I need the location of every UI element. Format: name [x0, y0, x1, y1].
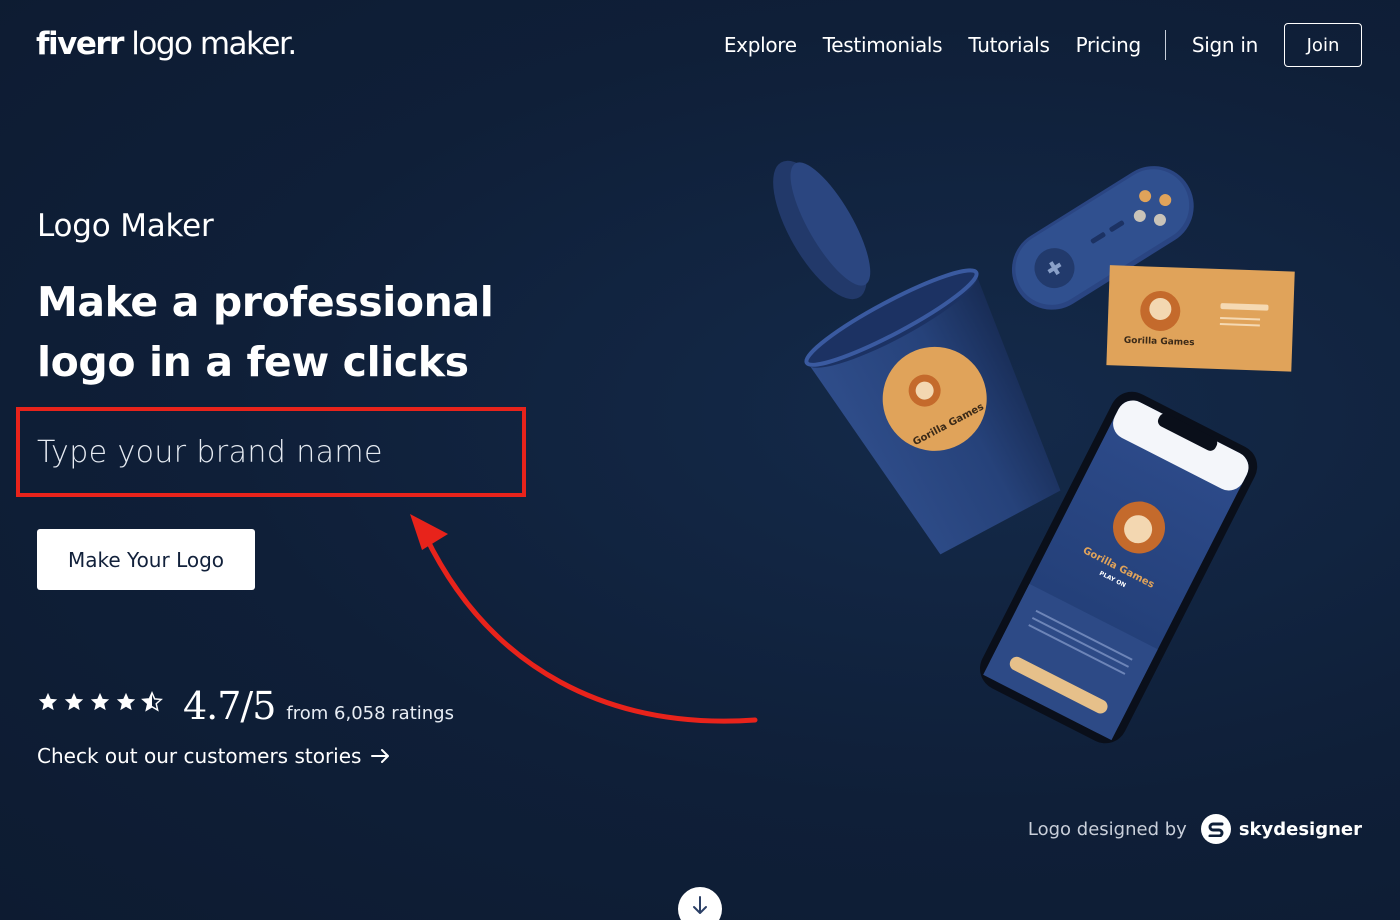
annotation-highlight-box: [16, 407, 526, 497]
arrow-down-icon: [693, 896, 707, 914]
nav-tutorials[interactable]: Tutorials: [968, 33, 1050, 57]
cup-lid: [773, 160, 871, 300]
brand-name-input[interactable]: [37, 425, 497, 479]
customer-stories-link[interactable]: Check out our customers stories: [37, 744, 391, 768]
designer-name[interactable]: skydesigner: [1239, 819, 1362, 840]
join-button[interactable]: Join: [1284, 23, 1362, 67]
page-eyebrow: Logo Maker: [37, 208, 214, 244]
brand-logo[interactable]: fiverr logo maker.: [36, 26, 297, 62]
annotation-arrow-icon: [410, 514, 758, 724]
arrow-right-icon: [371, 749, 390, 763]
star-icon: [116, 692, 136, 711]
rating-score: 4.7/5: [183, 684, 276, 728]
page-headline: Make a professional logo in a few clicks: [37, 278, 494, 386]
star-icon: [38, 692, 58, 711]
brand-logo-light: logo maker.: [122, 26, 297, 62]
make-your-logo-button[interactable]: Make Your Logo: [37, 529, 255, 590]
brand-logo-bold: fiverr: [36, 26, 124, 62]
star-icon: [90, 692, 110, 711]
nav-pricing[interactable]: Pricing: [1076, 33, 1142, 57]
skydesigner-logo-icon: [1200, 814, 1231, 844]
main-nav: Explore Testimonials Tutorials Pricing S…: [698, 22, 1362, 68]
credit-prefix: Logo designed by: [1027, 818, 1187, 840]
half-star-icon: [141, 691, 163, 712]
nav-explore[interactable]: Explore: [724, 33, 797, 57]
site-header: fiverr logo maker. Explore Testimonials …: [0, 0, 1400, 92]
nav-divider: [1164, 30, 1166, 60]
customer-stories-label: Check out our customers stories: [37, 744, 362, 768]
nav-testimonials[interactable]: Testimonials: [823, 33, 943, 57]
star-icon: [64, 692, 84, 711]
product-mockup-illustration: Gorilla Games Gorilla Games Gorilla Game…: [773, 160, 1295, 744]
star-rating: [37, 691, 163, 713]
logo-credit: Logo designed by skydesigner: [1028, 814, 1362, 844]
business-card: Gorilla Games: [1106, 265, 1295, 372]
nav-sign-in[interactable]: Sign in: [1192, 33, 1258, 57]
